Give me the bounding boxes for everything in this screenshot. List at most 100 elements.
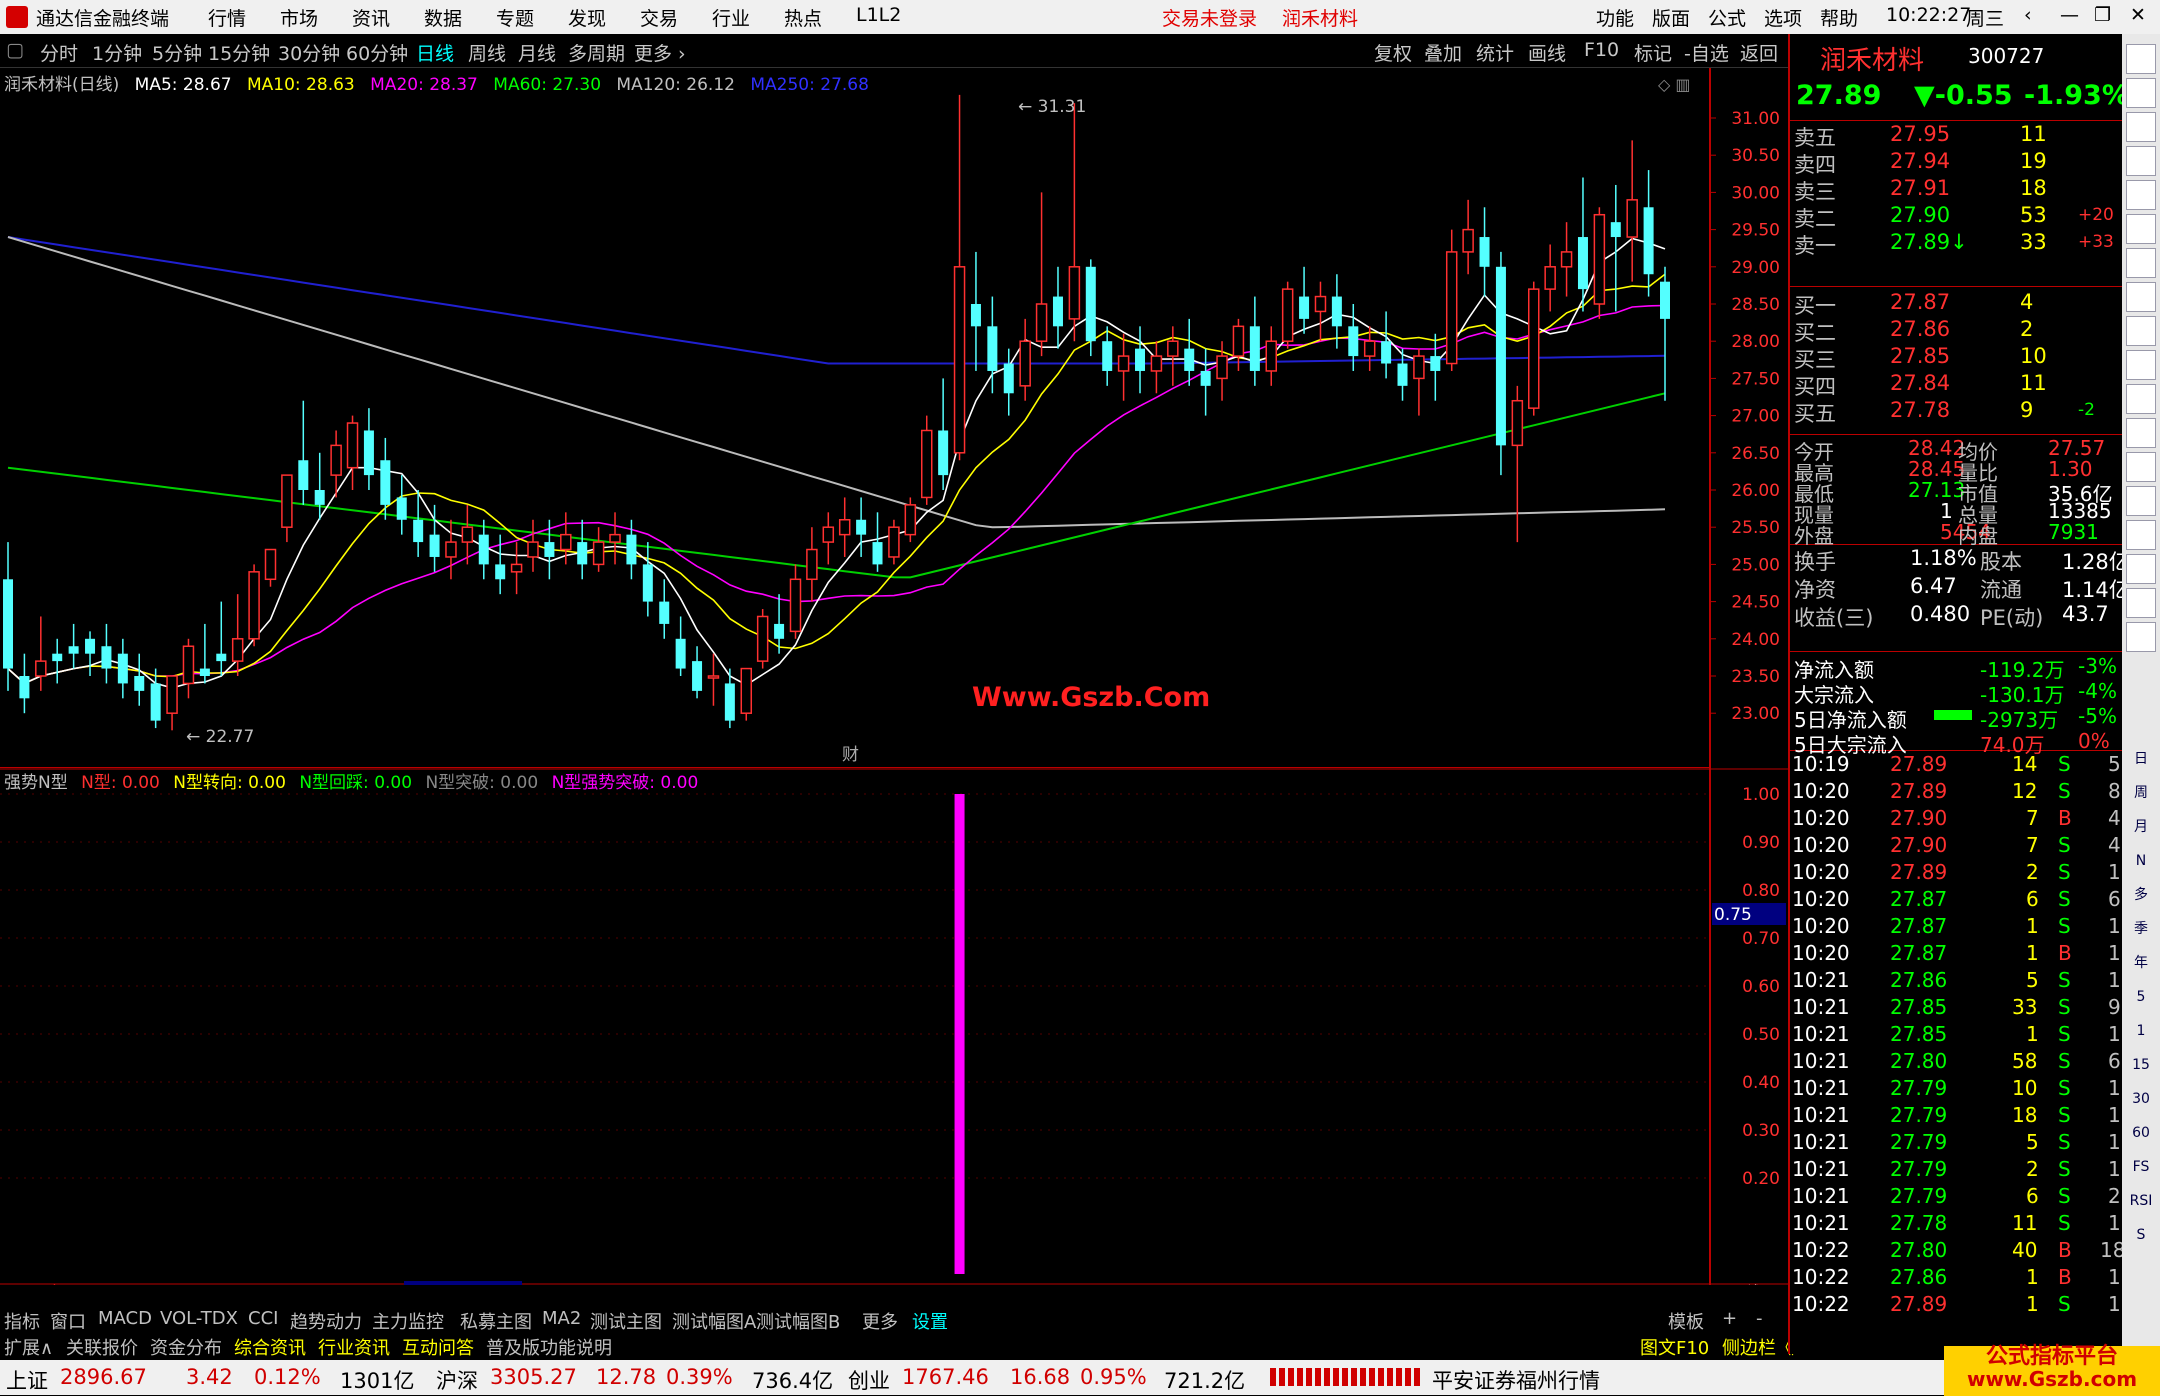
tab-2[interactable]: MACD	[98, 1308, 152, 1329]
tool-fuquan[interactable]: 复权	[1374, 39, 1412, 66]
menu-l1l2[interactable]: L1L2	[856, 4, 901, 26]
period-shortcut[interactable]: FS	[2126, 1152, 2156, 1182]
period-shortcut[interactable]: 60	[2126, 1118, 2156, 1148]
menu-bangzhu[interactable]: 帮助	[1820, 4, 1858, 31]
tab-multi[interactable]: 多周期	[568, 39, 625, 66]
ext-tab-4[interactable]: 行业资讯	[318, 1334, 390, 1360]
tab-9[interactable]: 测试主图	[590, 1308, 662, 1334]
tab-16[interactable]: -	[1756, 1308, 1763, 1329]
cai-marker[interactable]: 财	[842, 740, 859, 765]
tool-biaoji[interactable]: 标记	[1634, 39, 1672, 66]
menu-jiaoyi[interactable]: 交易	[640, 4, 678, 31]
minimize-icon[interactable]: —	[2060, 4, 2079, 26]
tool-tongji[interactable]: 统计	[1476, 39, 1514, 66]
sh-index-name[interactable]: 上证	[6, 1365, 48, 1395]
period-shortcut[interactable]: 1	[2126, 1016, 2156, 1046]
menu-shichang[interactable]: 市场	[280, 4, 318, 31]
tool-icon[interactable]	[2126, 384, 2156, 414]
period-shortcut[interactable]: 5	[2126, 982, 2156, 1012]
indicator-name[interactable]: 强势N型	[4, 773, 68, 793]
period-shortcut[interactable]: 多	[2126, 880, 2156, 910]
tab-3[interactable]: VOL-TDX	[160, 1308, 238, 1329]
tab-week[interactable]: 周线	[468, 39, 506, 66]
indicator-chart[interactable]: 1.00 0.90 0.80 0.70 0.60 0.50 0.40 0.30 0.20 0.75…	[0, 768, 1788, 1308]
cy-index-name[interactable]: 创业	[848, 1365, 890, 1395]
ext-tab-2[interactable]: 资金分布	[150, 1334, 222, 1360]
tab-5[interactable]: 趋势动力	[290, 1308, 362, 1334]
tool-icon[interactable]	[2126, 248, 2156, 278]
menu-hangqing[interactable]: 行情	[208, 4, 246, 31]
tab-4[interactable]: CCI	[248, 1308, 278, 1329]
period-shortcut[interactable]: 季	[2126, 914, 2156, 944]
tool-icon[interactable]	[2126, 418, 2156, 448]
tool-f10[interactable]: F10	[1584, 39, 1619, 61]
menu-xuanxiang[interactable]: 选项	[1764, 4, 1802, 31]
period-shortcut[interactable]: RSI	[2126, 1186, 2156, 1216]
tool-icon[interactable]	[2126, 112, 2156, 142]
tab-0[interactable]: 指标	[4, 1308, 40, 1334]
ext-tab-3[interactable]: 综合资讯	[234, 1334, 306, 1360]
ext-tab-6[interactable]: 普及版功能说明	[486, 1334, 612, 1360]
ext-tab-0[interactable]: 扩展∧	[4, 1334, 53, 1360]
period-shortcut[interactable]: 月	[2126, 812, 2156, 842]
tab-14[interactable]: 模板	[1668, 1308, 1704, 1334]
tab-13[interactable]: 设置	[912, 1308, 948, 1334]
tab-15[interactable]: +	[1722, 1308, 1737, 1329]
period-shortcut[interactable]: 日	[2126, 744, 2156, 774]
ext-tab-5[interactable]: 互动问答	[402, 1334, 474, 1360]
tool-icon[interactable]	[2126, 316, 2156, 346]
menu-banmian[interactable]: 版面	[1652, 4, 1690, 31]
tab-month[interactable]: 月线	[518, 39, 556, 66]
menu-redian[interactable]: 热点	[784, 4, 822, 31]
tab-more[interactable]: 更多 ›	[634, 39, 686, 66]
menu-gongneng[interactable]: 功能	[1596, 4, 1634, 31]
back-icon[interactable]: ‹	[2024, 4, 2032, 26]
menu-zixun[interactable]: 资讯	[352, 4, 390, 31]
period-shortcut[interactable]: 年	[2126, 948, 2156, 978]
login-status[interactable]: 交易未登录	[1162, 4, 1257, 31]
tool-icon[interactable]	[2126, 180, 2156, 210]
tool-icon[interactable]	[2126, 622, 2156, 652]
tool-huaxian[interactable]: 画线	[1528, 39, 1566, 66]
tool-diejia[interactable]: 叠加	[1424, 39, 1462, 66]
period-shortcut[interactable]: N	[2126, 846, 2156, 876]
menu-faxian[interactable]: 发现	[568, 4, 606, 31]
toggle-icon[interactable]: ▢	[6, 39, 24, 61]
tool-icon[interactable]	[2126, 78, 2156, 108]
tab-11[interactable]: 测试幅图B	[756, 1308, 840, 1334]
tab-6[interactable]: 主力监控	[372, 1308, 444, 1334]
tab-10[interactable]: 测试幅图A	[672, 1308, 756, 1334]
period-shortcut[interactable]: 30	[2126, 1084, 2156, 1114]
menu-gongshi[interactable]: 公式	[1708, 4, 1746, 31]
tab-15min[interactable]: 15分钟	[208, 39, 270, 66]
restore-icon[interactable]: ❐	[2094, 4, 2111, 26]
ext-tab-8[interactable]: 侧边栏《	[1722, 1334, 1794, 1360]
tab-30min[interactable]: 30分钟	[278, 39, 340, 66]
tool-icon[interactable]	[2126, 554, 2156, 584]
tool-icon[interactable]	[2126, 452, 2156, 482]
tool-icon[interactable]	[2126, 44, 2156, 74]
tab-7[interactable]: 私募主图	[460, 1308, 532, 1334]
tool-icon[interactable]	[2126, 282, 2156, 312]
ext-tab-7[interactable]: 图文F10	[1640, 1334, 1709, 1360]
tab-1[interactable]: 窗口	[50, 1308, 86, 1334]
tool-icon[interactable]	[2126, 146, 2156, 176]
tab-fenshi[interactable]: 分时	[40, 39, 78, 66]
menu-hangye[interactable]: 行业	[712, 4, 750, 31]
tab-12[interactable]: 更多	[862, 1308, 898, 1334]
close-icon[interactable]: ✕	[2130, 4, 2146, 26]
tool-icon[interactable]	[2126, 350, 2156, 380]
tool-fanhui[interactable]: 返回	[1740, 39, 1778, 66]
period-shortcut[interactable]: S	[2126, 1220, 2156, 1250]
tab-1min[interactable]: 1分钟	[92, 39, 142, 66]
tool-zixuan[interactable]: -自选	[1684, 39, 1729, 66]
kline-chart[interactable]: 31.00 30.50 30.00 29.50 29.00 28.50 28.00 27.50…	[0, 68, 1788, 768]
settings-icon[interactable]: ◇ ▥	[1658, 75, 1691, 94]
ext-tab-1[interactable]: 关联报价	[66, 1334, 138, 1360]
hs-index-name[interactable]: 沪深	[436, 1365, 478, 1395]
period-shortcut[interactable]: 周	[2126, 778, 2156, 808]
menu-shuju[interactable]: 数据	[424, 4, 462, 31]
period-shortcut[interactable]: 15	[2126, 1050, 2156, 1080]
tab-5min[interactable]: 5分钟	[152, 39, 202, 66]
tab-60min[interactable]: 60分钟	[346, 39, 408, 66]
